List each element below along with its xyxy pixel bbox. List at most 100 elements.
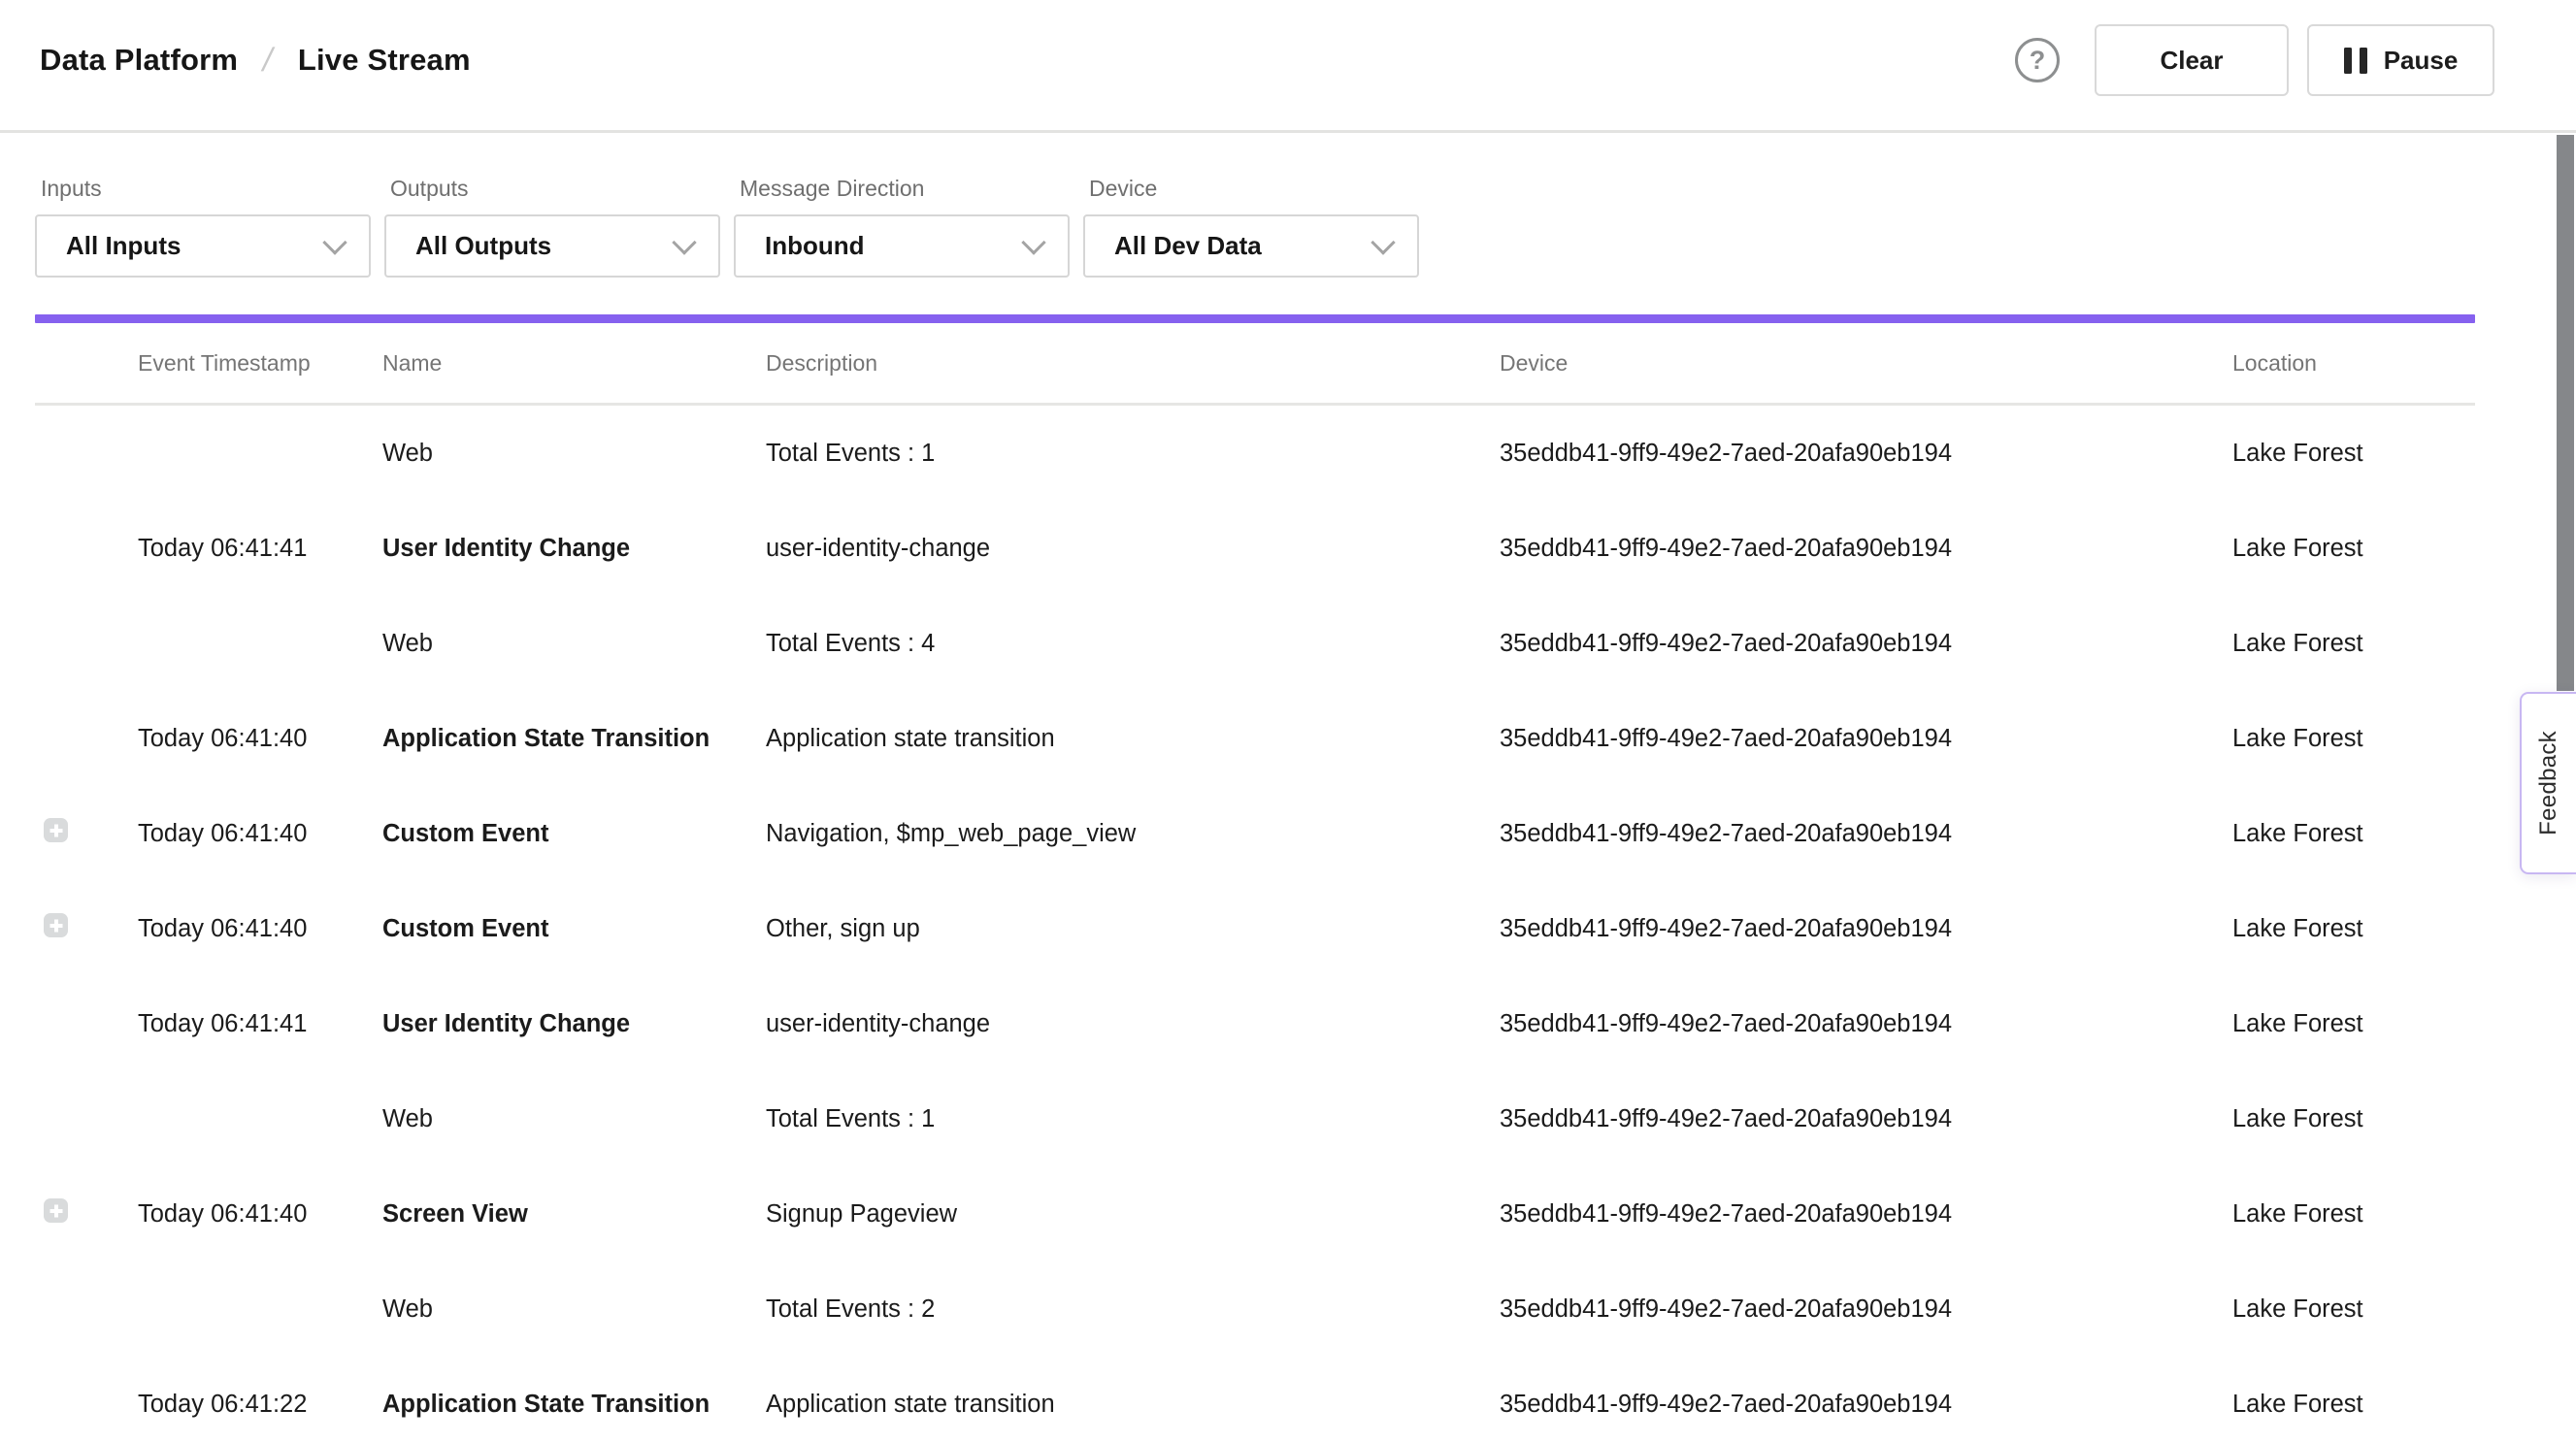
- cell-device: 35eddb41-9ff9-49e2-7aed-20afa90eb194: [1500, 1105, 2232, 1133]
- cell-device: 35eddb41-9ff9-49e2-7aed-20afa90eb194: [1500, 535, 2232, 563]
- chevron-down-icon: [322, 230, 347, 254]
- cell-location: Lake Forest: [2232, 1200, 2475, 1229]
- cell-event-timestamp: Today 06:41:41: [138, 535, 382, 563]
- cell-location: Lake Forest: [2232, 820, 2475, 848]
- device-select[interactable]: All Dev Data: [1083, 214, 1419, 278]
- cell-location: Lake Forest: [2232, 915, 2475, 943]
- cell-event-timestamp: Today 06:41:40: [138, 820, 382, 848]
- chevron-down-icon: [1371, 230, 1395, 254]
- pause-icon: [2344, 48, 2367, 74]
- expand-cell: [35, 533, 138, 564]
- chevron-down-icon: [1021, 230, 1045, 254]
- cell-description: Total Events : 2: [766, 1295, 1500, 1324]
- expand-cell: [35, 628, 138, 659]
- expand-cell: [35, 1008, 138, 1039]
- breadcrumb: Data Platform / Live Stream: [40, 42, 471, 80]
- cell-name: Custom Event: [382, 820, 766, 848]
- table-row[interactable]: Web Total Events : 1 35eddb41-9ff9-49e2-…: [35, 406, 2475, 501]
- cell-device: 35eddb41-9ff9-49e2-7aed-20afa90eb194: [1500, 1295, 2232, 1324]
- cell-description: Total Events : 1: [766, 1105, 1500, 1133]
- cell-device: 35eddb41-9ff9-49e2-7aed-20afa90eb194: [1500, 915, 2232, 943]
- page-title: Live Stream: [298, 43, 471, 78]
- table-row[interactable]: Web Total Events : 1 35eddb41-9ff9-49e2-…: [35, 1071, 2475, 1166]
- help-icon[interactable]: ?: [2015, 38, 2060, 82]
- cell-name: Application State Transition: [382, 725, 766, 753]
- table-row[interactable]: Today 06:41:40 Application State Transit…: [35, 691, 2475, 786]
- cell-device: 35eddb41-9ff9-49e2-7aed-20afa90eb194: [1500, 630, 2232, 658]
- cell-description: Application state transition: [766, 1391, 1500, 1419]
- expand-cell: [35, 1198, 138, 1229]
- breadcrumb-parent[interactable]: Data Platform: [40, 43, 238, 78]
- vertical-scrollbar[interactable]: [2557, 135, 2574, 691]
- table-row[interactable]: Today 06:41:41 User Identity Change user…: [35, 501, 2475, 596]
- cell-location: Lake Forest: [2232, 1105, 2475, 1133]
- cell-name: Custom Event: [382, 915, 766, 943]
- expand-cell: [35, 438, 138, 469]
- cell-device: 35eddb41-9ff9-49e2-7aed-20afa90eb194: [1500, 1200, 2232, 1229]
- expand-cell: [35, 723, 138, 754]
- feedback-tab-label: Feedback: [2535, 731, 2562, 836]
- expand-cell: [35, 913, 138, 944]
- filter-inputs: Inputs All Inputs: [35, 176, 371, 278]
- filter-bar: Inputs All Inputs Outputs All Outputs Me…: [0, 133, 2576, 278]
- cell-event-timestamp: Today 06:41:40: [138, 1200, 382, 1229]
- column-header-name: Name: [382, 350, 766, 377]
- table-row[interactable]: Today 06:41:40 Custom Event Navigation, …: [35, 786, 2475, 881]
- cell-location: Lake Forest: [2232, 1391, 2475, 1419]
- cell-device: 35eddb41-9ff9-49e2-7aed-20afa90eb194: [1500, 1391, 2232, 1419]
- accent-divider: [35, 314, 2475, 323]
- cell-name: Screen View: [382, 1200, 766, 1229]
- cell-name: User Identity Change: [382, 1010, 766, 1038]
- expand-cell: [35, 1294, 138, 1325]
- filter-device-label: Device: [1083, 176, 1419, 202]
- top-header: Data Platform / Live Stream ? Clear Paus…: [0, 0, 2576, 133]
- cell-description: user-identity-change: [766, 1010, 1500, 1038]
- inputs-select[interactable]: All Inputs: [35, 214, 371, 278]
- filter-outputs: Outputs All Outputs: [384, 176, 720, 278]
- expand-plus-icon[interactable]: [44, 913, 68, 937]
- table-row[interactable]: Today 06:41:40 Screen View Signup Pagevi…: [35, 1166, 2475, 1262]
- cell-device: 35eddb41-9ff9-49e2-7aed-20afa90eb194: [1500, 725, 2232, 753]
- table-row[interactable]: Today 06:41:22 Application State Transit…: [35, 1357, 2475, 1442]
- pause-button-label: Pause: [2384, 46, 2459, 76]
- inputs-select-value: All Inputs: [66, 231, 181, 261]
- table-row[interactable]: Web Total Events : 4 35eddb41-9ff9-49e2-…: [35, 596, 2475, 691]
- cell-name: Web: [382, 440, 766, 468]
- message-direction-select-value: Inbound: [765, 231, 865, 261]
- expand-plus-icon[interactable]: [44, 1198, 68, 1223]
- cell-location: Lake Forest: [2232, 535, 2475, 563]
- table-row[interactable]: Web Total Events : 2 35eddb41-9ff9-49e2-…: [35, 1262, 2475, 1357]
- message-direction-select[interactable]: Inbound: [734, 214, 1070, 278]
- chevron-down-icon: [672, 230, 696, 254]
- cell-device: 35eddb41-9ff9-49e2-7aed-20afa90eb194: [1500, 440, 2232, 468]
- column-header-device: Device: [1500, 350, 2232, 377]
- outputs-select[interactable]: All Outputs: [384, 214, 720, 278]
- cell-name: Web: [382, 1105, 766, 1133]
- table-row[interactable]: Today 06:41:40 Custom Event Other, sign …: [35, 881, 2475, 976]
- filter-inputs-label: Inputs: [35, 176, 371, 202]
- table-row[interactable]: Today 06:41:41 User Identity Change user…: [35, 976, 2475, 1071]
- cell-device: 35eddb41-9ff9-49e2-7aed-20afa90eb194: [1500, 820, 2232, 848]
- table-body: Web Total Events : 1 35eddb41-9ff9-49e2-…: [35, 406, 2475, 1442]
- column-header-event-timestamp: Event Timestamp: [138, 350, 382, 377]
- feedback-tab[interactable]: Feedback: [2520, 692, 2576, 874]
- cell-name: Application State Transition: [382, 1391, 766, 1419]
- cell-location: Lake Forest: [2232, 1295, 2475, 1324]
- filter-outputs-label: Outputs: [384, 176, 720, 202]
- pause-button[interactable]: Pause: [2307, 24, 2494, 96]
- cell-event-timestamp: Today 06:41:40: [138, 915, 382, 943]
- cell-event-timestamp: Today 06:41:22: [138, 1391, 382, 1419]
- filter-message-direction: Message Direction Inbound: [734, 176, 1070, 278]
- cell-description: Other, sign up: [766, 915, 1500, 943]
- expand-plus-icon[interactable]: [44, 818, 68, 842]
- cell-description: user-identity-change: [766, 535, 1500, 563]
- live-stream-page: Data Platform / Live Stream ? Clear Paus…: [0, 0, 2576, 1442]
- cell-description: Total Events : 4: [766, 630, 1500, 658]
- cell-name: Web: [382, 1295, 766, 1324]
- expand-cell: [35, 818, 138, 849]
- column-header-description: Description: [766, 350, 1500, 377]
- clear-button[interactable]: Clear: [2095, 24, 2289, 96]
- device-select-value: All Dev Data: [1114, 231, 1262, 261]
- cell-location: Lake Forest: [2232, 1010, 2475, 1038]
- cell-description: Signup Pageview: [766, 1200, 1500, 1229]
